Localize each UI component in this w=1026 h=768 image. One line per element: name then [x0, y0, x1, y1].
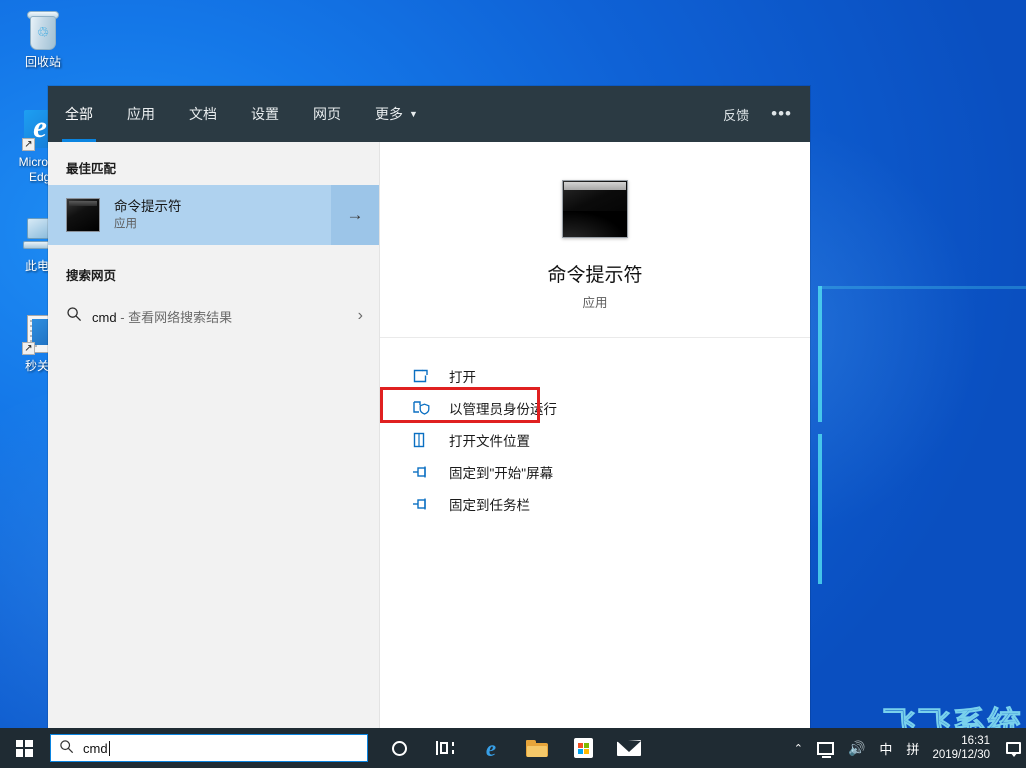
search-flyout: 全部 应用 文档 设置 网页 更多 ▼ 反馈 ••• 最佳匹配 命令提示符 应用…: [48, 86, 810, 728]
ime-layout-label: 拼: [906, 741, 920, 757]
command-prompt-icon: [66, 198, 100, 232]
file-explorer-button[interactable]: [514, 728, 560, 768]
notification-icon: [1005, 742, 1021, 757]
app-name: 命令提示符: [547, 265, 643, 286]
windows-wallpaper-logo: [818, 286, 822, 422]
text-cursor: [108, 740, 110, 756]
tab-label: 设置: [251, 106, 279, 122]
feedback-button[interactable]: 反馈: [723, 105, 749, 124]
result-arrow-icon[interactable]: →: [331, 185, 379, 245]
action-label: 固定到任务栏: [449, 498, 530, 513]
action-pin-to-taskbar[interactable]: 固定到任务栏: [380, 488, 810, 520]
windows-wallpaper-logo: [818, 286, 1026, 289]
command-prompt-icon-large: [562, 180, 628, 238]
shortcut-arrow-icon: ↗: [22, 342, 35, 355]
tray-expand-button[interactable]: ⌃: [787, 728, 810, 768]
mail-button[interactable]: [606, 728, 652, 768]
tab-label: 应用: [127, 106, 155, 122]
volume-button[interactable]: 🔊: [841, 728, 872, 768]
chevron-right-icon: ›: [357, 307, 363, 324]
web-search-result[interactable]: cmd - 查看网络搜索结果 ›: [48, 292, 379, 340]
chevron-up-icon: ⌃: [793, 742, 803, 755]
notification-button[interactable]: [1000, 728, 1026, 768]
web-search-suffix: - 查看网络搜索结果: [120, 309, 233, 325]
desktop: ♲ 回收站 e ↗ Microsoft Edge 此电脑 ↗ 秒关程 全部 应用…: [0, 0, 1026, 768]
search-body: 最佳匹配 命令提示符 应用 → 搜索网页 cmd - 查看网络搜索结果 › 命令…: [48, 142, 810, 728]
more-options-icon[interactable]: •••: [771, 104, 792, 124]
shortcut-arrow-icon: ↗: [22, 138, 35, 151]
network-button[interactable]: [810, 728, 841, 768]
microsoft-store-button[interactable]: [560, 728, 606, 768]
edge-icon: e: [485, 735, 497, 761]
tab-documents[interactable]: 文档: [172, 86, 234, 142]
search-detail-column: 命令提示符 应用 打开 以管理员身份运行 打开文件位置 固定到"开始"屏幕 固定…: [380, 142, 810, 728]
result-item-command-prompt[interactable]: 命令提示符 应用 →: [48, 185, 379, 245]
cortana-icon: [391, 740, 407, 756]
action-pin-to-start[interactable]: 固定到"开始"屏幕: [380, 456, 810, 488]
search-results-column: 最佳匹配 命令提示符 应用 → 搜索网页 cmd - 查看网络搜索结果 ›: [48, 142, 380, 728]
volume-icon: 🔊: [847, 739, 866, 756]
mail-icon: [617, 740, 641, 756]
task-view-button[interactable]: [422, 728, 468, 768]
ime-mode-label: 中: [879, 741, 893, 757]
best-match-heading: 最佳匹配: [66, 162, 117, 176]
tab-label: 更多: [375, 106, 403, 122]
result-subtitle: 应用: [114, 218, 137, 230]
app-type: 应用: [582, 296, 608, 310]
system-tray: ⌃ 🔊 中 拼 16:31 2019/12/30: [787, 728, 1026, 768]
desktop-icon-label: 回收站: [24, 55, 61, 69]
pin-icon: [412, 463, 434, 481]
search-icon: [59, 739, 74, 757]
ime-layout-button[interactable]: 拼: [899, 728, 926, 768]
action-open-file-location[interactable]: 打开文件位置: [380, 424, 810, 456]
taskbar: cmd e ⌃ 🔊 中 拼 16:31 2019/12/30: [0, 728, 1026, 768]
tab-label: 文档: [189, 106, 217, 122]
search-header-actions: 反馈 •••: [723, 104, 792, 124]
tab-more[interactable]: 更多 ▼: [358, 86, 435, 142]
result-title: 命令提示符: [114, 199, 182, 214]
taskbar-search-box[interactable]: cmd: [50, 734, 368, 762]
shield-run-icon: [412, 399, 434, 417]
tab-settings[interactable]: 设置: [234, 86, 296, 142]
desktop-icon-recycle-bin[interactable]: ♲ 回收站: [6, 8, 80, 70]
action-label: 固定到"开始"屏幕: [449, 466, 554, 481]
taskbar-buttons: e: [376, 728, 652, 768]
clock[interactable]: 16:31 2019/12/30: [926, 728, 1000, 768]
network-icon: [816, 741, 834, 758]
search-input-value: cmd: [83, 740, 108, 756]
recycle-bin-icon: ♲: [21, 8, 65, 52]
edge-taskbar-button[interactable]: e: [468, 728, 514, 768]
action-run-as-administrator[interactable]: 以管理员身份运行: [380, 387, 810, 424]
action-label: 以管理员身份运行: [449, 402, 557, 417]
action-label: 打开: [449, 370, 476, 385]
windows-wallpaper-logo: [818, 434, 822, 584]
folder-open-icon: [412, 431, 434, 449]
tab-label: 全部: [65, 106, 93, 122]
cortana-button[interactable]: [376, 728, 422, 768]
app-actions-list: 打开 以管理员身份运行 打开文件位置 固定到"开始"屏幕 固定到任务栏: [380, 338, 810, 520]
open-icon: [412, 367, 434, 385]
search-tabs: 全部 应用 文档 设置 网页 更多 ▼: [48, 86, 435, 142]
clock-date: 2019/12/30: [932, 749, 990, 761]
clock-time: 16:31: [961, 735, 990, 747]
app-preview: 命令提示符 应用: [380, 142, 810, 338]
tab-web[interactable]: 网页: [296, 86, 358, 142]
ime-mode-button[interactable]: 中: [872, 728, 899, 768]
file-explorer-icon: [526, 739, 548, 757]
tab-apps[interactable]: 应用: [110, 86, 172, 142]
action-label: 打开文件位置: [449, 434, 530, 449]
tab-label: 网页: [313, 106, 341, 122]
pin-icon: [412, 495, 434, 513]
chevron-down-icon: ▼: [409, 109, 418, 119]
web-search-heading: 搜索网页: [66, 269, 117, 283]
windows-logo-icon: [15, 739, 33, 757]
search-icon: [66, 306, 92, 327]
task-view-icon: [436, 741, 454, 755]
microsoft-store-icon: [573, 738, 593, 758]
search-header: 全部 应用 文档 设置 网页 更多 ▼ 反馈 •••: [48, 86, 810, 142]
tab-all[interactable]: 全部: [48, 86, 110, 142]
web-search-query: cmd: [92, 309, 117, 325]
start-button[interactable]: [0, 728, 48, 768]
